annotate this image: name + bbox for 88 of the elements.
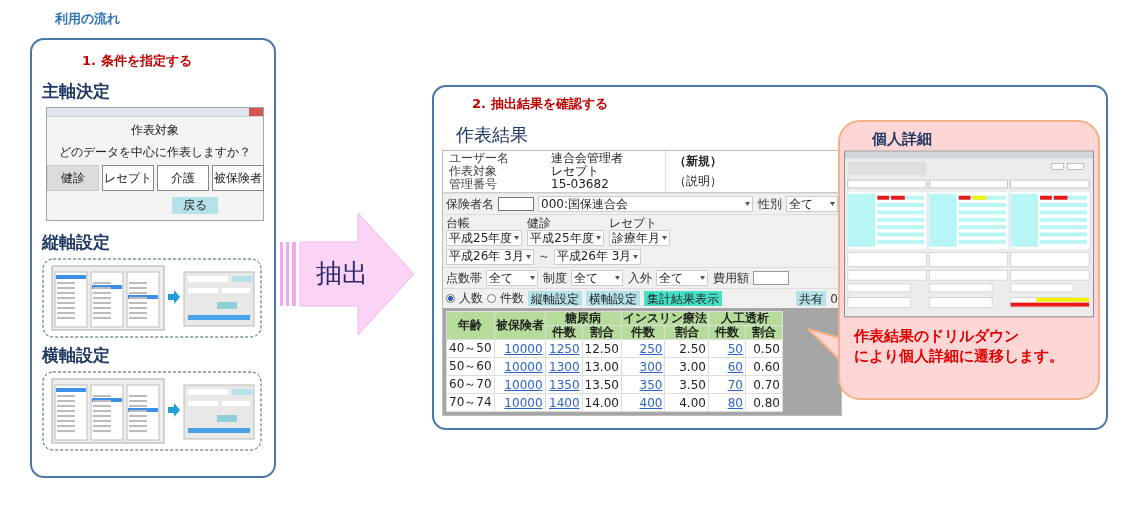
field-label: 保険者名	[446, 197, 494, 211]
option-button[interactable]: 介護	[156, 165, 209, 191]
info-value: レセプト	[551, 165, 599, 178]
dialog-question: どのデータを中心に作表しますか？	[59, 144, 251, 161]
toolbar-button[interactable]: 横軸設定	[586, 291, 640, 306]
option-button[interactable]: レセプト	[101, 165, 154, 191]
info-value: 15-03682	[551, 178, 610, 191]
radio-button[interactable]	[487, 294, 496, 303]
table-cell: 13.00	[582, 357, 622, 376]
page-title: 利用の流れ	[55, 10, 121, 28]
table-cell: 0.60	[745, 357, 783, 376]
table-cell: 60～70	[446, 375, 495, 394]
section-heading: 横軸設定	[42, 344, 111, 367]
column-header: 年齢	[446, 311, 495, 340]
field-label: 健診	[527, 217, 552, 230]
info-label: 作表対象	[449, 165, 497, 178]
caret-icon	[830, 202, 835, 206]
section-heading: 作表結果	[456, 123, 528, 147]
dropdown[interactable]: 平成26年 3月	[553, 248, 642, 265]
table-cell: 12.50	[582, 339, 622, 358]
caret-icon	[514, 236, 520, 240]
caret-icon	[525, 254, 531, 259]
option-button[interactable]: 被保険者	[211, 165, 264, 191]
section-heading: 縦軸設定	[42, 231, 111, 254]
dropdown[interactable]: 000:国保連合会	[538, 196, 753, 212]
dropdown[interactable]: 平成25年度	[446, 230, 523, 246]
radio-button[interactable]	[446, 294, 455, 303]
caret-icon	[633, 254, 639, 259]
radio-label: 件数	[500, 292, 524, 305]
table-cell: 3.50	[664, 375, 709, 394]
caret-icon	[615, 276, 620, 280]
column-header: 人工透析	[708, 311, 783, 326]
back-button[interactable]: 戻る	[172, 197, 218, 214]
field-label: 性別	[758, 197, 782, 211]
table-cell: 50～60	[446, 357, 495, 376]
dropdown[interactable]: 全て	[656, 270, 708, 286]
arrow-label: 抽出	[316, 257, 368, 290]
field-label: レセプト	[608, 217, 657, 230]
caret-icon	[530, 276, 535, 280]
table-cell: 3.00	[664, 357, 709, 376]
toolbar-button[interactable]: 縦軸設定	[528, 291, 582, 306]
caret-icon	[661, 236, 667, 240]
step-heading: 1. 条件を指定する	[82, 52, 193, 70]
table-cell: 40～50	[446, 339, 495, 358]
caret-icon	[595, 236, 601, 240]
step-heading: 2. 抽出結果を確認する	[472, 95, 609, 113]
field-label: 制度	[543, 271, 567, 285]
caret-icon	[700, 276, 705, 280]
column-header: 被保険者	[494, 311, 546, 340]
dialog-title: 作表対象	[131, 122, 179, 139]
edge-text: 0	[830, 291, 838, 306]
option-button[interactable]: 健診	[46, 165, 99, 191]
input-field[interactable]	[753, 271, 789, 285]
table-cell: 0.70	[745, 375, 783, 394]
column-header: 糖尿病	[545, 311, 622, 326]
field-label: 点数帯	[446, 271, 482, 285]
info-label: ユーザー名	[449, 152, 510, 165]
table-cell: 2.50	[664, 339, 709, 358]
dropdown[interactable]: 平成26年 3月	[446, 248, 534, 265]
column-header: インスリン療法	[621, 311, 709, 326]
table-cell: 0.50	[745, 339, 783, 358]
table-cell: 4.00	[664, 393, 709, 412]
dropdown[interactable]: 全て	[571, 270, 623, 286]
toolbar-button[interactable]: 集計結果表示	[644, 291, 722, 306]
table-cell: 0.80	[745, 393, 783, 412]
range-separator: ～	[537, 248, 550, 265]
field-label: 台帳	[446, 217, 470, 230]
dropdown[interactable]: 診療年月	[608, 230, 670, 246]
code-input-field[interactable]	[498, 197, 534, 211]
caret-icon	[745, 202, 750, 206]
toolbar-button[interactable]: 共有	[796, 291, 827, 306]
field-label: 入外	[628, 271, 652, 285]
field-label: 費用額	[713, 271, 749, 285]
dropdown[interactable]: 全て	[786, 196, 838, 212]
radio-label: 人数	[459, 292, 483, 305]
section-heading: 主軸決定	[42, 80, 111, 103]
info-value: 連合会管理者	[551, 152, 624, 165]
dropdown[interactable]: 全て	[486, 270, 538, 286]
note-text: （説明）	[674, 173, 722, 191]
dropdown[interactable]: 平成25年度	[527, 230, 604, 246]
table-cell: 13.50	[582, 375, 622, 394]
table-cell: 70～74	[446, 393, 495, 412]
table-cell: 14.00	[582, 393, 622, 412]
status-text: （新規）	[674, 152, 722, 170]
info-label: 管理番号	[449, 178, 498, 191]
callout-heading: 個人詳細	[872, 130, 932, 149]
callout-message: 作表結果のドリルダウン	[854, 327, 1019, 347]
callout-message: により個人詳細に遷移します。	[854, 346, 1064, 366]
